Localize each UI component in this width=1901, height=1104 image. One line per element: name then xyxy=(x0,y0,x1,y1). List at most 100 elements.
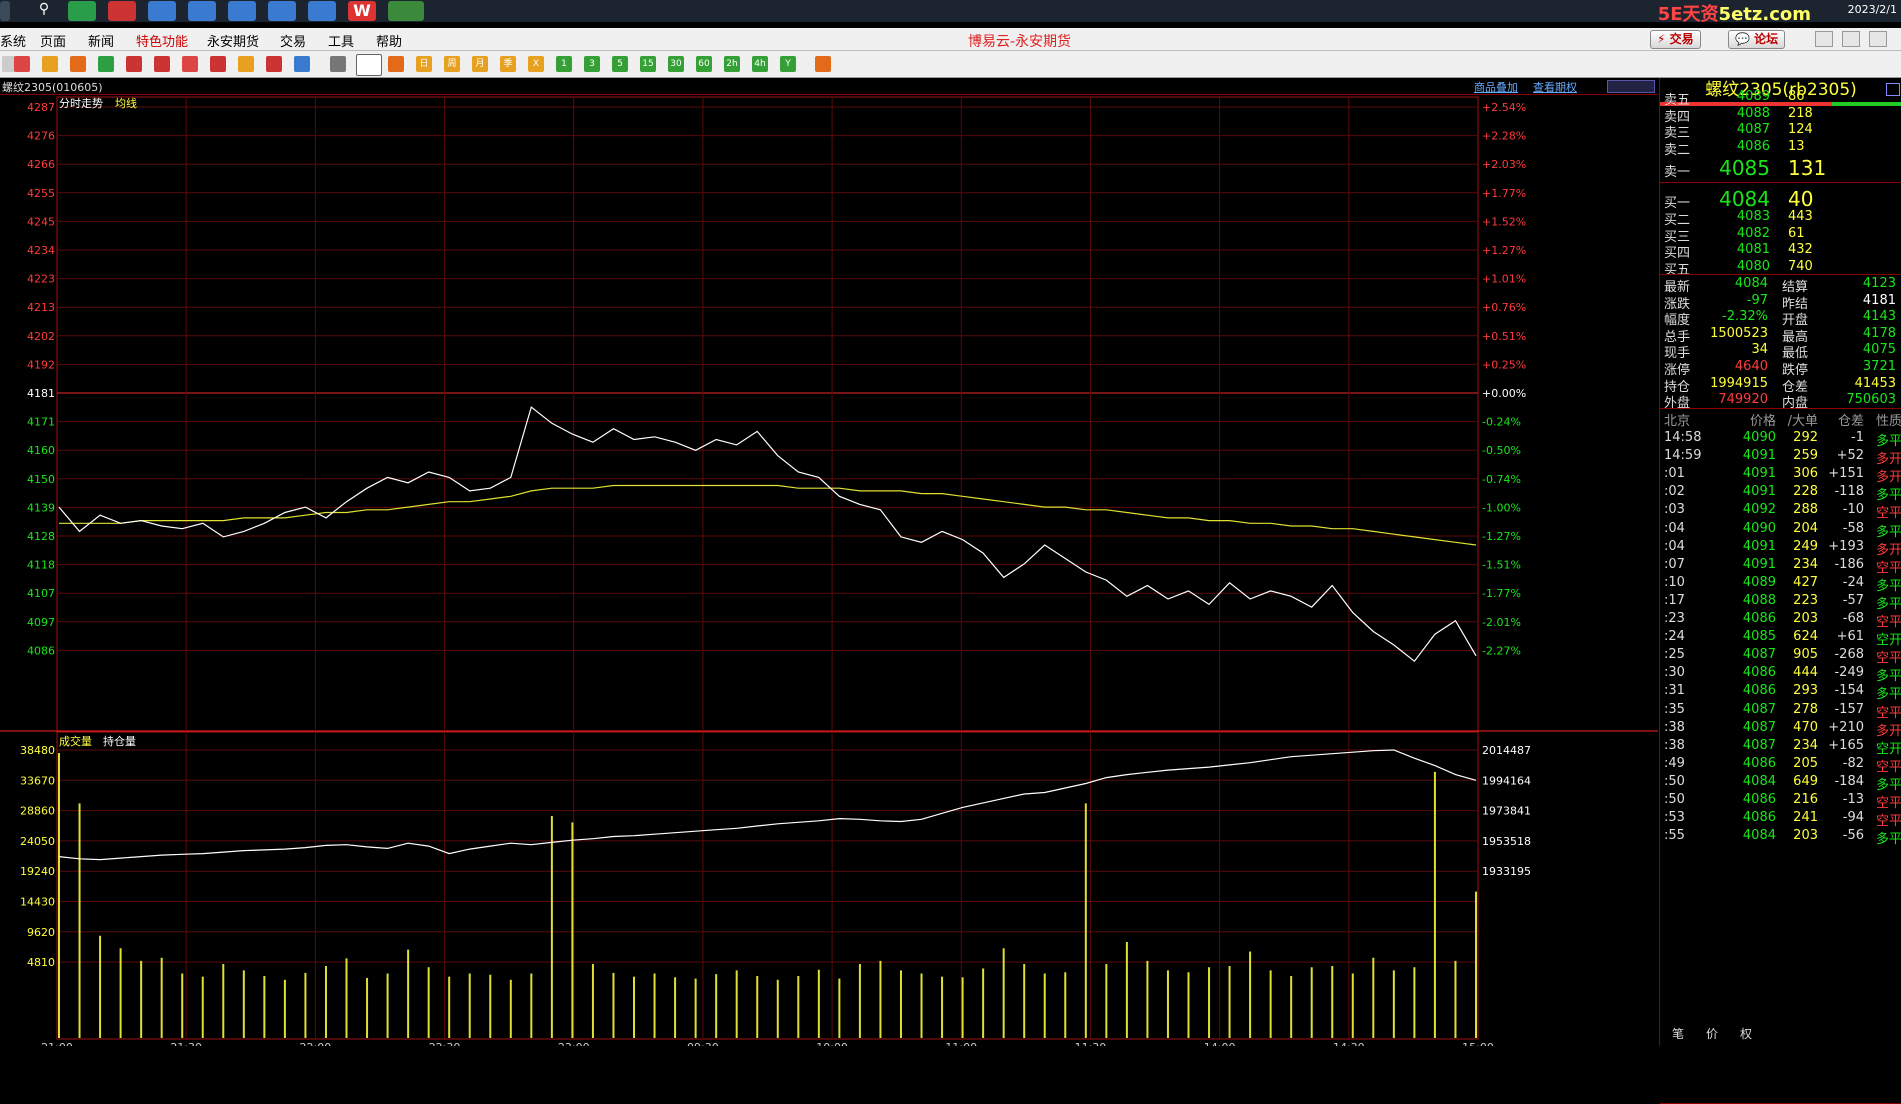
maximize-button[interactable] xyxy=(1842,31,1860,47)
pct-tick-label: +0.00% xyxy=(1482,387,1526,400)
tick-nature: 空平 xyxy=(1875,506,1901,522)
menu-system[interactable]: 系统 xyxy=(0,31,26,50)
quote-value: 3721 xyxy=(1862,359,1896,374)
period-4h-button[interactable]: 4h xyxy=(752,56,768,72)
refresh-icon[interactable] xyxy=(98,56,114,72)
refresh-app-icon[interactable] xyxy=(68,1,96,21)
tick-volume: 204 xyxy=(1793,520,1818,536)
period-2h-button[interactable]: 2h xyxy=(724,56,740,72)
tick-time: :25 xyxy=(1664,647,1685,663)
pct-tick-label: +0.76% xyxy=(1482,301,1526,314)
kline-icon[interactable] xyxy=(388,56,404,72)
time-tick-label: 22:30 xyxy=(429,1041,461,1046)
tick-nature: 空平 xyxy=(1875,705,1901,721)
ask-price: 4089 xyxy=(1736,89,1770,104)
period-season-button[interactable]: 季 xyxy=(500,56,516,72)
menu-features[interactable]: 特色功能 xyxy=(136,31,188,50)
forum-button[interactable]: 💬 论坛 xyxy=(1728,30,1786,49)
period-x-button[interactable]: X xyxy=(528,56,544,72)
tick-volume: 241 xyxy=(1793,810,1818,826)
menubar: 系统 页面 新闻 特色功能 永安期货 交易 工具 帮助 博易云-永安期货 ⚡ 交… xyxy=(0,28,1901,51)
period-month-button[interactable]: 月 xyxy=(472,56,488,72)
menu-trade[interactable]: 交易 xyxy=(280,31,306,50)
pct-tick-label: -2.27% xyxy=(1482,644,1521,657)
wechat-app-icon[interactable] xyxy=(388,1,424,21)
tick-nature: 多平 xyxy=(1875,488,1901,504)
window-app-icon-3[interactable] xyxy=(228,1,256,21)
toolbar: 日 周 月 季 X 1 3 5 15 30 60 2h 4h Y xyxy=(0,51,1901,78)
period-day-button[interactable]: 日 xyxy=(416,56,432,72)
tick-time: :38 xyxy=(1664,737,1685,753)
tick-oi-change: -56 xyxy=(1842,828,1864,844)
volume-tick-label: 28860 xyxy=(20,805,55,818)
options-link[interactable]: 查看期权 xyxy=(1533,79,1577,95)
home-icon[interactable] xyxy=(14,56,30,72)
period-1-button[interactable]: 1 xyxy=(556,56,572,72)
time-tick-label: 15:00 xyxy=(1462,1041,1494,1046)
grid-icon[interactable] xyxy=(330,56,346,72)
close-button[interactable] xyxy=(1869,31,1887,47)
trade-button[interactable]: ⚡ 交易 xyxy=(1650,30,1701,49)
menu-help[interactable]: 帮助 xyxy=(376,31,402,50)
start-icon[interactable] xyxy=(0,1,10,21)
calculator-icon[interactable] xyxy=(815,56,831,72)
period-15-button[interactable]: 15 xyxy=(640,56,656,72)
filter-icon[interactable] xyxy=(266,56,282,72)
zoom-out-icon[interactable] xyxy=(154,56,170,72)
pct-tick-label: -0.24% xyxy=(1482,416,1521,429)
draw-icon[interactable] xyxy=(238,56,254,72)
tick-volume: 293 xyxy=(1793,683,1818,699)
ask-volume: 124 xyxy=(1788,122,1813,137)
tick-volume: 228 xyxy=(1793,484,1818,500)
window-app-icon-5[interactable] xyxy=(308,1,336,21)
time-tick-label: 10:00 xyxy=(816,1041,848,1046)
tick-nature: 多开 xyxy=(1875,452,1901,468)
period-5-button[interactable]: 5 xyxy=(612,56,628,72)
tick-oi-change: -10 xyxy=(1842,502,1864,518)
zoom-in-icon[interactable] xyxy=(126,56,142,72)
tick-nature: 多开 xyxy=(1875,542,1901,558)
wind-app-icon[interactable] xyxy=(108,1,136,21)
layout-toggle-icon[interactable] xyxy=(1607,80,1655,93)
bid-price: 4081 xyxy=(1736,242,1770,257)
window-icon[interactable] xyxy=(182,56,198,72)
window-app-icon-1[interactable] xyxy=(148,1,176,21)
forum-button-label: 论坛 xyxy=(1754,32,1779,46)
period-3-button[interactable]: 3 xyxy=(584,56,600,72)
pen-icon[interactable] xyxy=(210,56,226,72)
volume-tick-label: 33670 xyxy=(20,774,55,787)
pct-tick-label: +1.77% xyxy=(1482,187,1526,200)
tab-weight[interactable]: 权 xyxy=(1740,1025,1752,1043)
tick-oi-change: +193 xyxy=(1828,538,1864,554)
tick-price: 4084 xyxy=(1742,828,1776,844)
overlay-link[interactable]: 商品叠加 xyxy=(1474,79,1518,95)
menu-yongan[interactable]: 永安期货 xyxy=(207,31,259,50)
time-tick-label: 11:30 xyxy=(1075,1041,1107,1046)
minimize-button[interactable] xyxy=(1815,31,1833,47)
period-week-button[interactable]: 周 xyxy=(444,56,460,72)
market-icon[interactable] xyxy=(70,56,86,72)
menu-news[interactable]: 新闻 xyxy=(88,31,114,50)
search-icon[interactable]: ⚲ xyxy=(30,1,58,21)
window-app-icon-2[interactable] xyxy=(188,1,216,21)
tick-oi-change: -184 xyxy=(1834,773,1864,789)
menu-tools[interactable]: 工具 xyxy=(328,31,354,50)
window-app-icon-4[interactable] xyxy=(268,1,296,21)
timeshare-icon[interactable] xyxy=(356,54,382,76)
period-year-button[interactable]: Y xyxy=(780,56,796,72)
price-tick-label: 4255 xyxy=(27,187,55,200)
period-30-button[interactable]: 30 xyxy=(668,56,684,72)
ask-volume: 131 xyxy=(1788,156,1827,180)
tab-trades[interactable]: 笔 xyxy=(1672,1025,1684,1043)
bid-price: 4083 xyxy=(1736,209,1770,224)
tick-oi-change: -13 xyxy=(1842,792,1864,807)
tab-price[interactable]: 价 xyxy=(1706,1025,1718,1043)
indicator-icon[interactable] xyxy=(294,56,310,72)
volume-legend: 成交量 xyxy=(59,734,92,748)
menu-page[interactable]: 页面 xyxy=(40,31,66,50)
wps-app-icon[interactable]: W xyxy=(348,1,376,21)
folder-icon[interactable] xyxy=(42,56,58,72)
quote-value: 4640 xyxy=(1734,359,1768,374)
volume-tick-label: 38480 xyxy=(20,744,55,757)
period-60-button[interactable]: 60 xyxy=(696,56,712,72)
